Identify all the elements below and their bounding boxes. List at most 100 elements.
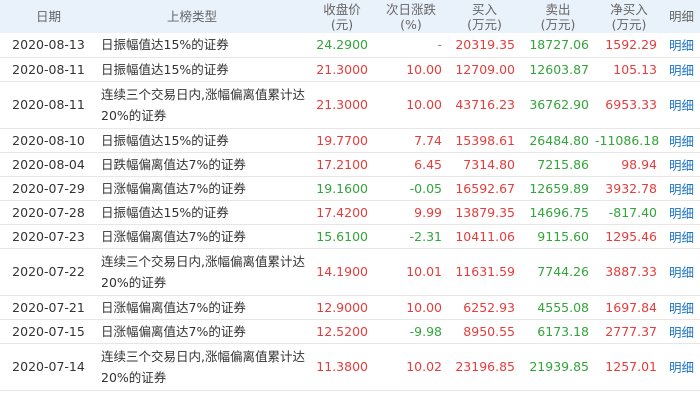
cell-change-value: - bbox=[437, 37, 442, 53]
cell-date-value: 2020-07-21 bbox=[12, 299, 85, 315]
detail-link-value[interactable]: 明细 bbox=[669, 38, 694, 53]
cell-change: 10.01 bbox=[374, 248, 448, 295]
detail-link-value[interactable]: 明细 bbox=[669, 98, 694, 113]
cell-type-value: 日振幅值达15%的证券 bbox=[101, 132, 229, 148]
cell-date: 2020-07-23 bbox=[0, 224, 97, 248]
cell-sell-value: 21939.85 bbox=[529, 359, 589, 374]
cell-type: 日涨幅偏离值达7%的证券 bbox=[97, 319, 310, 343]
cell-net: 1295.46 bbox=[595, 224, 663, 248]
detail-link-value[interactable]: 明细 bbox=[669, 134, 694, 149]
cell-date: 2020-07-15 bbox=[0, 319, 97, 343]
cell-buy-value: 23196.85 bbox=[455, 359, 515, 374]
cell-type: 日跌幅偏离值达7%的证券 bbox=[97, 152, 310, 176]
cell-date-value: 2020-07-14 bbox=[12, 359, 85, 374]
cell-close-value: 11.3800 bbox=[316, 359, 368, 374]
detail-link: 明细 bbox=[663, 81, 700, 128]
header-change-label: 次日涨跌 bbox=[385, 1, 436, 17]
cell-net-value: 1592.29 bbox=[605, 37, 657, 53]
table-header-row: 日期 上榜类型 收盘价 (元) 次日涨跌 (%) 买入 (万元) 卖出 (万元) 净买入… bbox=[0, 0, 700, 33]
cell-net: -11086.18 bbox=[595, 128, 663, 152]
cell-net-value: 1697.84 bbox=[605, 299, 657, 315]
cell-sell-value: 12603.87 bbox=[529, 61, 589, 77]
cell-type-value: 日涨幅偏离值达7%的证券 bbox=[101, 299, 246, 315]
table-row: 2020-07-21 日涨幅偏离值达7%的证券 12.9000 10.00 6252.9… bbox=[0, 295, 700, 319]
cell-buy: 43716.23 bbox=[448, 81, 521, 128]
cell-change: 10.02 bbox=[374, 343, 448, 390]
table-body: 2020-08-13 日振幅值达15%的证券 24.2900 -20319.35 187… bbox=[0, 33, 700, 390]
detail-link-value[interactable]: 明细 bbox=[669, 230, 694, 245]
detail-link-value[interactable]: 明细 bbox=[669, 360, 694, 375]
cell-type: 日涨幅偏离值达7%的证券 bbox=[97, 295, 310, 319]
cell-close-value: 21.3000 bbox=[316, 61, 368, 77]
detail-link-value[interactable]: 明细 bbox=[669, 182, 694, 197]
detail-link-value[interactable]: 明细 bbox=[669, 158, 694, 173]
cell-type: 连续三个交易日内,涨幅偏离值累计达20%的证券 bbox=[97, 248, 310, 295]
cell-change: -2.31 bbox=[374, 224, 448, 248]
cell-close: 14.1900 bbox=[310, 248, 374, 295]
cell-change: 10.00 bbox=[374, 81, 448, 128]
cell-net-value: 3887.33 bbox=[605, 264, 657, 279]
cell-buy: 7314.80 bbox=[448, 152, 521, 176]
header-close-unit: (元) bbox=[330, 16, 354, 32]
header-buy-label: 买入 bbox=[471, 1, 497, 17]
cell-date-value: 2020-07-22 bbox=[12, 264, 85, 279]
cell-net-value: -11086.18 bbox=[595, 132, 660, 148]
cell-change-value: 10.02 bbox=[406, 359, 442, 374]
cell-type: 日振幅值达15%的证券 bbox=[97, 57, 310, 81]
cell-date: 2020-08-04 bbox=[0, 152, 97, 176]
cell-date-value: 2020-07-29 bbox=[12, 180, 85, 196]
detail-link: 明细 bbox=[663, 33, 700, 57]
cell-net-value: 105.13 bbox=[613, 61, 657, 77]
cell-type: 连续三个交易日内,涨幅偏离值累计达20%的证券 bbox=[97, 81, 310, 128]
detail-link: 明细 bbox=[663, 319, 700, 343]
cell-date: 2020-07-29 bbox=[0, 176, 97, 200]
cell-close: 12.5200 bbox=[310, 319, 374, 343]
cell-change: 9.99 bbox=[374, 200, 448, 224]
cell-date-value: 2020-07-15 bbox=[12, 323, 85, 339]
cell-close: 21.3000 bbox=[310, 81, 374, 128]
cell-type-value: 连续三个交易日内,涨幅偏离值累计达20%的证券 bbox=[101, 86, 305, 123]
cell-net: 98.94 bbox=[595, 152, 663, 176]
cell-buy: 20319.35 bbox=[448, 33, 521, 57]
cell-close-value: 21.3000 bbox=[316, 97, 368, 112]
cell-date-value: 2020-07-28 bbox=[12, 204, 85, 220]
cell-sell: 7744.26 bbox=[521, 248, 595, 295]
cell-type: 日振幅值达15%的证券 bbox=[97, 33, 310, 57]
cell-change-value: 10.00 bbox=[406, 61, 442, 77]
cell-sell: 12659.89 bbox=[521, 176, 595, 200]
cell-date: 2020-07-14 bbox=[0, 343, 97, 390]
cell-change: -0.05 bbox=[374, 176, 448, 200]
header-change: 次日涨跌 (%) bbox=[374, 0, 448, 33]
cell-close: 24.2900 bbox=[310, 33, 374, 57]
table-row: 2020-08-13 日振幅值达15%的证券 24.2900 -20319.35 187… bbox=[0, 33, 700, 57]
cell-close: 15.6100 bbox=[310, 224, 374, 248]
cell-sell-value: 6173.18 bbox=[537, 323, 589, 339]
cell-close: 19.1600 bbox=[310, 176, 374, 200]
detail-link-value[interactable]: 明细 bbox=[669, 63, 694, 78]
cell-change: 7.74 bbox=[374, 128, 448, 152]
detail-link-value[interactable]: 明细 bbox=[669, 265, 694, 280]
cell-change-value: 10.00 bbox=[406, 299, 442, 315]
cell-sell-value: 7215.86 bbox=[537, 156, 589, 172]
cell-close: 19.7700 bbox=[310, 128, 374, 152]
cell-close-value: 24.2900 bbox=[316, 37, 368, 53]
detail-link-value[interactable]: 明细 bbox=[669, 206, 694, 221]
detail-link: 明细 bbox=[663, 152, 700, 176]
cell-sell-value: 4555.08 bbox=[537, 299, 589, 315]
table-row: 2020-07-14 连续三个交易日内,涨幅偏离值累计达20%的证券 11.3800… bbox=[0, 343, 700, 390]
detail-link-value[interactable]: 明细 bbox=[669, 301, 694, 316]
header-close-label: 收盘价 bbox=[323, 1, 361, 17]
cell-sell-value: 36762.90 bbox=[529, 97, 589, 112]
table-row: 2020-07-15 日涨幅偏离值达7%的证券 12.5200 -9.98 8950.5… bbox=[0, 319, 700, 343]
cell-change-value: -9.98 bbox=[409, 323, 442, 339]
cell-date: 2020-08-11 bbox=[0, 57, 97, 81]
cell-buy: 15398.61 bbox=[448, 128, 521, 152]
cell-type-value: 日振幅值达15%的证券 bbox=[101, 37, 229, 53]
header-date: 日期 bbox=[36, 9, 62, 24]
cell-change: -9.98 bbox=[374, 319, 448, 343]
cell-sell: 18727.06 bbox=[521, 33, 595, 57]
cell-buy-value: 11631.59 bbox=[455, 264, 515, 279]
detail-link-value[interactable]: 明细 bbox=[669, 325, 694, 340]
cell-close: 17.4200 bbox=[310, 200, 374, 224]
cell-type-value: 日跌幅偏离值达7%的证券 bbox=[101, 156, 246, 172]
